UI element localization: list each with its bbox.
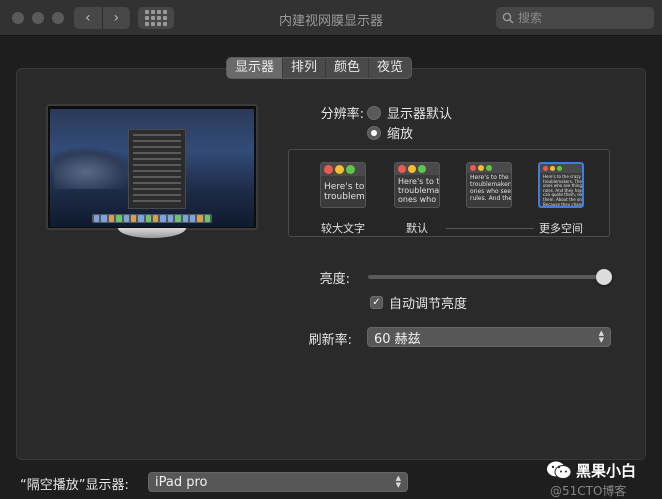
watermark-title: 黑果小白 xyxy=(576,462,637,480)
scale-option-more-space[interactable]: Here's to the crazy one troublemakers. T… xyxy=(538,162,584,208)
watermark: 黑果小白 @51CTO博客 xyxy=(546,458,662,499)
radio-label: 显示器默认 xyxy=(387,107,453,122)
refresh-rate-select[interactable]: 60 赫兹 ▲ ▼ xyxy=(367,327,611,347)
radio-label: 缩放 xyxy=(387,127,414,142)
tab-bar: 显示器 排列 颜色 夜览 xyxy=(226,57,413,79)
scale-preview-text: Here's to troublem xyxy=(324,182,365,203)
tab-arrangement[interactable]: 排列 xyxy=(283,58,327,78)
display-preview-image xyxy=(46,104,258,230)
scale-label-more-space: 更多空间 xyxy=(539,222,583,235)
chevron-up-down-icon: ▲ ▼ xyxy=(395,474,401,489)
watermark-subtitle: @51CTO博客 xyxy=(550,484,627,498)
resolution-label: 分辨率: xyxy=(320,107,364,122)
chevron-up-down-icon: ▲ ▼ xyxy=(598,329,604,344)
search-icon xyxy=(502,12,514,24)
brightness-slider-knob[interactable] xyxy=(596,269,612,285)
scale-preview-text: Here's to the c troublemakers. ones who … xyxy=(470,174,511,202)
brightness-label: 亮度: xyxy=(319,272,350,287)
radio-circle-selected xyxy=(367,125,381,140)
airplay-display-value: iPad pro xyxy=(155,474,208,490)
scale-option-default[interactable]: Here's to t troublema ones who xyxy=(394,162,440,208)
scale-divider xyxy=(446,228,534,229)
wallpaper xyxy=(50,109,254,227)
refresh-rate-value: 60 赫兹 xyxy=(374,331,421,347)
auto-brightness-label: 自动调节亮度 xyxy=(389,297,468,312)
radio-circle xyxy=(367,105,381,120)
search-field[interactable] xyxy=(496,7,654,29)
wechat-icon xyxy=(547,461,572,479)
title-bar: ‹ › 内建视网膜显示器 xyxy=(0,0,662,36)
airplay-display-select[interactable]: iPad pro ▲ ▼ xyxy=(148,472,408,492)
preview-window xyxy=(128,129,186,209)
checkmark-icon: ✓ xyxy=(370,296,383,309)
refresh-rate-label: 刷新率: xyxy=(308,333,352,348)
brightness-slider-track[interactable] xyxy=(368,275,604,279)
radio-default-for-display[interactable]: 显示器默认 xyxy=(367,103,452,122)
scale-preview-text: Here's to t troublema ones who xyxy=(398,177,439,205)
airplay-display-label: “隔空播放”显示器: xyxy=(20,478,129,493)
auto-brightness-checkbox[interactable]: ✓ 自动调节亮度 xyxy=(370,293,467,312)
scale-label-larger-text: 较大文字 xyxy=(321,222,365,235)
tab-night-shift[interactable]: 夜览 xyxy=(369,58,411,78)
scaling-options: Here's to troublem Here's to t troublema… xyxy=(288,149,610,237)
tab-display[interactable]: 显示器 xyxy=(227,58,284,78)
scale-preview-text: Here's to the crazy one troublemakers. T… xyxy=(543,174,582,207)
scale-option-more-space-1[interactable]: Here's to the c troublemakers. ones who … xyxy=(466,162,512,208)
tab-color[interactable]: 颜色 xyxy=(326,58,370,78)
scale-label-default: 默认 xyxy=(406,222,428,235)
search-input[interactable] xyxy=(518,11,638,25)
preview-dock xyxy=(92,214,212,223)
scale-option-larger-text[interactable]: Here's to troublem xyxy=(320,162,366,208)
radio-scaled[interactable]: 缩放 xyxy=(367,123,413,142)
